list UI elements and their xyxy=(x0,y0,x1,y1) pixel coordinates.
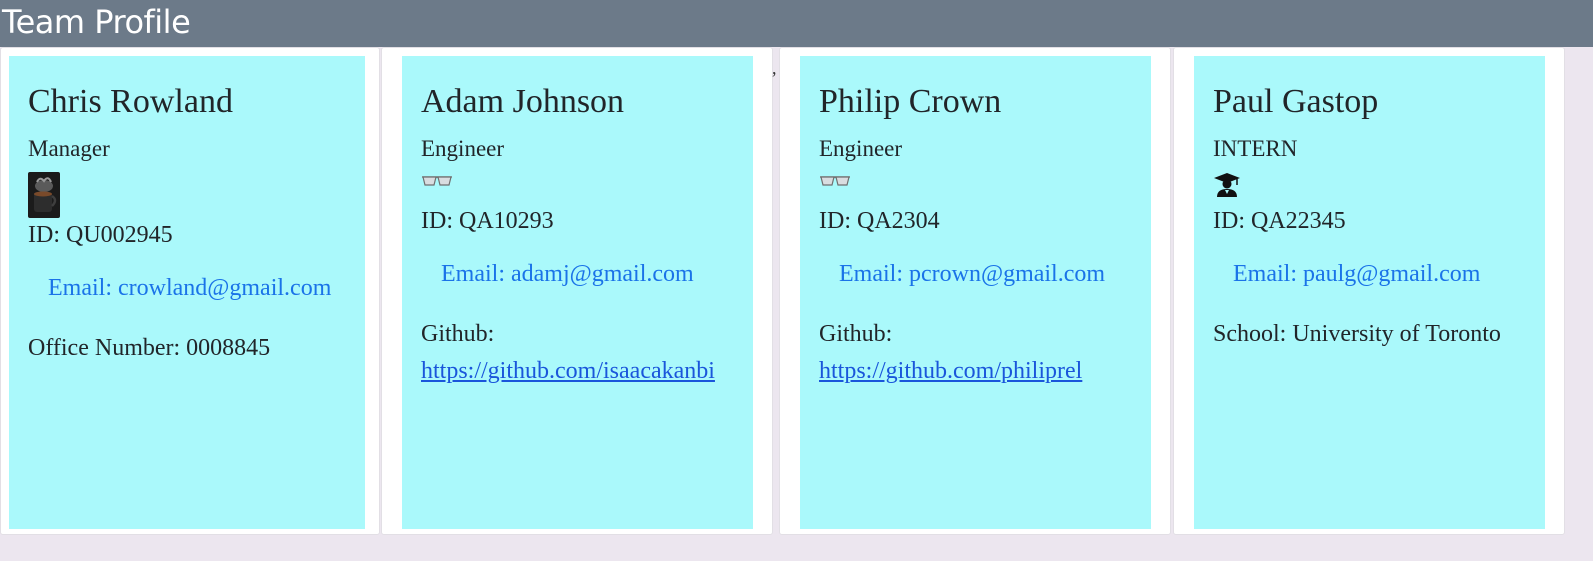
graduate-icon xyxy=(1213,172,1527,206)
member-email-link[interactable]: Email: crowland@gmail.com xyxy=(28,270,347,307)
member-office-number: Office Number: 0008845 xyxy=(28,335,271,361)
member-panel: Philip Crown Engineer ID: QA2304 Email: … xyxy=(779,47,1171,535)
member-id: ID: QA10293 xyxy=(421,208,554,234)
page-title: Team Profile xyxy=(0,0,1593,47)
member-email-link[interactable]: Email: pcrown@gmail.com xyxy=(819,256,1133,293)
glasses-icon xyxy=(819,172,1133,206)
glasses-icon xyxy=(421,172,735,206)
member-name: Philip Crown xyxy=(819,83,1002,120)
member-id: ID: QA2304 xyxy=(819,208,940,234)
member-card: Philip Crown Engineer ID: QA2304 Email: … xyxy=(800,56,1151,529)
member-role: INTERN xyxy=(1213,136,1298,161)
member-card: Chris Rowland Manager ID: QU002945 Email… xyxy=(9,56,365,529)
member-role: Manager xyxy=(28,136,110,161)
member-school: School: University of Toronto xyxy=(1213,321,1501,347)
member-role: Engineer xyxy=(421,136,505,161)
member-panel: Chris Rowland Manager ID: QU002945 Email… xyxy=(0,47,380,535)
separator-text: , xyxy=(772,58,777,78)
github-link[interactable]: https://github.com/philiprel xyxy=(819,358,1082,384)
member-panel: Adam Johnson Engineer ID: QA10293 Email:… xyxy=(381,47,773,535)
member-id: ID: QA22345 xyxy=(1213,208,1346,234)
github-label: Github: xyxy=(819,321,893,347)
member-id: ID: QU002945 xyxy=(28,222,173,248)
member-card: Adam Johnson Engineer ID: QA10293 Email:… xyxy=(402,56,753,529)
member-name: Paul Gastop xyxy=(1213,83,1379,120)
member-github: Github: https://github.com/philiprel xyxy=(819,316,1133,390)
member-github: Github: https://github.com/isaacakanbi xyxy=(421,316,735,390)
github-label: Github: xyxy=(421,321,495,347)
member-name: Adam Johnson xyxy=(421,83,625,120)
member-email-link[interactable]: Email: adamj@gmail.com xyxy=(421,256,735,293)
member-email-link[interactable]: Email: paulg@gmail.com xyxy=(1213,256,1527,293)
member-card: Paul Gastop INTERN ID: QA22345 Email: pa… xyxy=(1194,56,1545,529)
member-name: Chris Rowland xyxy=(28,83,233,120)
coffee-mug-icon xyxy=(28,172,347,220)
github-link[interactable]: https://github.com/isaacakanbi xyxy=(421,358,715,384)
member-panel: Paul Gastop INTERN ID: QA22345 Email: pa… xyxy=(1173,47,1565,535)
member-role: Engineer xyxy=(819,136,903,161)
